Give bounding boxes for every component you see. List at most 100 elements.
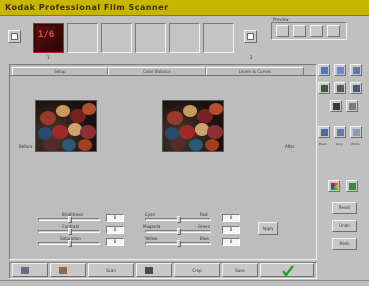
saturation-slider[interactable] (38, 240, 100, 247)
tab-setup[interactable]: Setup (12, 67, 108, 75)
film-frame-5[interactable] (169, 23, 200, 53)
tab-color-balance[interactable]: Color Balance (108, 67, 206, 75)
undo-button[interactable]: Undo (332, 220, 357, 232)
yellow-blue-value[interactable]: 0 (222, 238, 240, 246)
next-frame-button[interactable] (244, 30, 257, 43)
slider-knob[interactable] (68, 216, 72, 223)
yellow-label: Yellow (145, 236, 158, 241)
status-bar (0, 280, 369, 286)
apply-button-label: Apply (262, 226, 274, 231)
cyan-label: Cyan (145, 212, 156, 217)
magenta-green-slider[interactable] (145, 228, 211, 235)
title-bar: Kodak Professional Film Scanner (0, 0, 369, 16)
rotate-tool-button[interactable] (346, 100, 358, 112)
eyedropper-icon (337, 129, 344, 136)
redo-button[interactable]: Redo (332, 238, 357, 250)
crop-icon (333, 103, 340, 110)
magenta-label: Magenta (143, 224, 161, 229)
brightness-label: Brightness (62, 212, 84, 217)
preview-button[interactable] (12, 263, 48, 277)
redo-button-label: Redo (339, 241, 350, 246)
reset-button[interactable]: Reset (332, 202, 357, 214)
view-triple-button[interactable] (310, 25, 323, 37)
levels-icon (353, 85, 360, 92)
scan-label: Scan (106, 268, 116, 273)
film-frame-1[interactable]: 1/6 (33, 23, 64, 53)
save-button[interactable]: Save (222, 263, 258, 277)
tab-divider (10, 75, 316, 76)
slider-knob[interactable] (177, 216, 181, 223)
eyedropper-label-white: White (351, 142, 360, 146)
film-frame-3[interactable] (101, 23, 132, 53)
view-grid-button[interactable] (327, 25, 340, 37)
after-image (162, 100, 224, 152)
cyan-red-value[interactable]: 0 (222, 214, 240, 222)
magenta-green-value[interactable]: 0 (222, 226, 240, 234)
prescan-icon (145, 267, 153, 274)
contrast-slider[interactable] (38, 228, 100, 235)
film-frame-6[interactable] (203, 23, 234, 53)
curves-button[interactable] (334, 82, 346, 94)
slider-knob[interactable] (68, 228, 72, 235)
pencil-icon (321, 67, 328, 74)
frame-number: 1 (47, 55, 50, 60)
wand-tool-button[interactable] (350, 64, 362, 76)
rotate-icon (349, 103, 356, 110)
yellow-blue-slider[interactable] (145, 240, 211, 247)
blue-label: Blue (200, 236, 209, 241)
curves-icon (337, 85, 344, 92)
reset-button-label: Reset (338, 205, 351, 210)
slider-knob[interactable] (68, 240, 72, 247)
brush-icon (337, 67, 344, 74)
histogram-button[interactable] (318, 82, 330, 94)
tab-levels-curves[interactable]: Levels & Curves (206, 67, 304, 75)
arrow-right-icon (247, 33, 254, 40)
apply-button[interactable]: Apply (258, 222, 278, 235)
pencil-tool-button[interactable] (318, 64, 330, 76)
film-frame-2[interactable] (67, 23, 98, 53)
view-double-button[interactable] (293, 25, 306, 37)
brush-tool-button[interactable] (334, 64, 346, 76)
contrast-value[interactable]: 0 (106, 226, 124, 234)
brightness-value[interactable]: 0 (106, 214, 124, 222)
eyedropper-label-gray: Gray (336, 142, 344, 146)
prev-frame-button[interactable] (8, 30, 21, 43)
cyan-red-slider[interactable] (145, 216, 211, 223)
view-single-button[interactable] (276, 25, 289, 37)
check-icon (282, 265, 294, 277)
preview-icon (21, 267, 29, 274)
slider-knob[interactable] (177, 228, 181, 235)
scanner-icon (59, 267, 67, 274)
black-eyedropper-button[interactable] (318, 126, 330, 138)
crop-label: Crop (192, 268, 202, 273)
red-label: Red (200, 212, 208, 217)
crop-tool-button[interactable] (330, 100, 342, 112)
scan-action-button[interactable]: Scan (88, 263, 134, 277)
film-frame-4[interactable] (135, 23, 166, 53)
levels-button[interactable] (350, 82, 362, 94)
scan-button[interactable] (50, 263, 86, 277)
color-wheel-icon (331, 183, 338, 190)
preview-mode-group (271, 22, 347, 40)
saturation-value[interactable]: 0 (106, 238, 124, 246)
brightness-slider[interactable] (38, 216, 100, 223)
window-title: Kodak Professional Film Scanner (5, 3, 169, 12)
histogram-icon (321, 85, 328, 92)
before-label: Before (19, 144, 33, 149)
eyedropper-icon (353, 129, 360, 136)
crop-button[interactable]: Crop (174, 263, 220, 277)
wand-icon (353, 67, 360, 74)
gray-eyedropper-button[interactable] (334, 126, 346, 138)
prescan-button[interactable] (136, 263, 172, 277)
color-picker-button[interactable] (328, 180, 340, 192)
white-eyedropper-button[interactable] (350, 126, 362, 138)
after-label: After (285, 144, 295, 149)
color-swatch-icon (349, 183, 356, 190)
before-image (35, 100, 97, 152)
green-label: Green (198, 224, 211, 229)
eyedropper-label-black: Black (319, 142, 328, 146)
done-button[interactable] (260, 263, 314, 277)
color-picker-button-2[interactable] (346, 180, 358, 192)
save-label: Save (235, 268, 245, 273)
slider-knob[interactable] (177, 240, 181, 247)
